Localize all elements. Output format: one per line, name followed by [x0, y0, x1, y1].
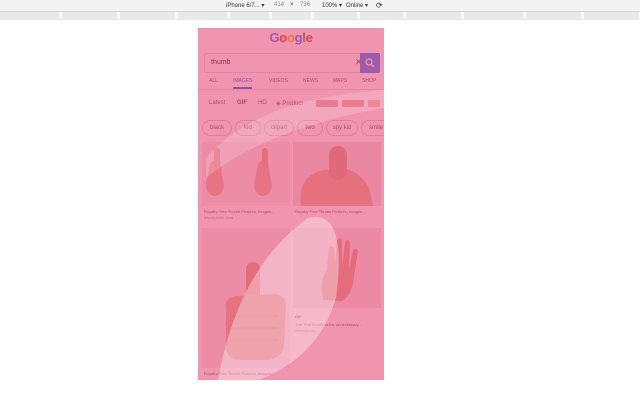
tab-shopping[interactable]: SHOP [362, 78, 376, 84]
ruler-segment[interactable] [0, 12, 60, 20]
ruler-segment[interactable] [360, 12, 404, 20]
logo-letter: o [286, 30, 295, 45]
google-logo[interactable]: Google [198, 30, 384, 45]
thumb-closeup-image [293, 142, 381, 206]
ruler-segment[interactable] [584, 12, 640, 20]
chip[interactable]: two [297, 120, 323, 136]
result-caption[interactable]: Royalty Free Thumb Pictures, Images... [204, 209, 290, 214]
filter-hd[interactable]: HD [258, 100, 267, 106]
result-caption[interactable]: Royalty Free Thumb Pictures, Images... [204, 371, 290, 376]
logo-letter: o [279, 30, 287, 45]
device-name: iPhone 6/7... [226, 3, 260, 9]
filter-latest[interactable]: Latest [209, 100, 225, 106]
ruler-segment[interactable] [120, 12, 176, 20]
ruler-segment[interactable] [464, 12, 524, 20]
width-field[interactable]: 414 [274, 2, 284, 8]
tab-maps[interactable]: MAPS [333, 78, 347, 84]
search-button[interactable] [360, 53, 380, 73]
network-value: Online [346, 3, 364, 9]
result-image[interactable] [202, 228, 290, 368]
chevron-down-icon: ▾ [339, 3, 343, 9]
search-icon [365, 58, 375, 68]
thumbs-up-hand-image [202, 228, 290, 368]
zoom-value: 100% [322, 3, 338, 9]
color-swatch[interactable] [342, 100, 364, 107]
tag-icon: ◈ [276, 101, 281, 107]
chip[interactable]: kid [235, 120, 261, 136]
result-source: lifehack.org [295, 328, 316, 333]
chip[interactable]: black [202, 120, 232, 136]
result-caption[interactable]: The 'Rhd thumb' is the unnecessary... [295, 322, 381, 327]
related-chips: black kid clipart two spy kid smile [198, 120, 384, 136]
thumbs-down-hands-image [202, 142, 290, 206]
media-query-ruler [0, 12, 640, 20]
ruler-segment[interactable] [526, 12, 582, 20]
device-select[interactable]: iPhone 6/7... ▾ [226, 2, 264, 9]
tab-news[interactable]: NEWS [303, 78, 318, 84]
device-viewport: Google thumb ✕ ALL IMAGES VIDEOS NEWS MA… [198, 28, 384, 380]
filter-gif[interactable]: GIF [237, 100, 247, 106]
result-image[interactable] [293, 142, 381, 206]
search-box[interactable]: thumb ✕ [204, 53, 380, 73]
chip[interactable]: spy kid [326, 120, 358, 136]
ruler-segment[interactable] [230, 12, 270, 20]
result-image[interactable] [293, 228, 381, 308]
zoom-select[interactable]: 100% ▾ [322, 2, 342, 9]
result-caption[interactable]: Royalty Free Thumb Pictures, Images... [295, 209, 381, 214]
ruler-segment[interactable] [178, 12, 228, 20]
ruler-segment[interactable] [272, 12, 312, 20]
chevron-down-icon: ▾ [365, 3, 369, 9]
chip[interactable]: clipart [264, 120, 294, 136]
search-input[interactable]: thumb [211, 59, 230, 66]
result-image[interactable] [202, 142, 290, 206]
chevron-down-icon: ▾ [261, 3, 265, 9]
chip[interactable]: smile [361, 120, 384, 136]
result-source: istockphoto.com [204, 215, 233, 220]
logo-letter: G [269, 30, 280, 45]
tab-videos[interactable]: VIDEOS [269, 78, 288, 84]
network-select[interactable]: Online ▾ [346, 2, 368, 9]
filter-product-label: Product [282, 101, 303, 107]
height-field[interactable]: 736 [300, 2, 310, 8]
filter-product[interactable]: ◈ Product [276, 100, 303, 107]
open-hand-image [293, 228, 381, 308]
tab-images[interactable]: IMAGES [233, 78, 253, 89]
ruler-segment[interactable] [62, 12, 118, 20]
search-tabs: ALL IMAGES VIDEOS NEWS MAPS SHOP [198, 76, 384, 90]
color-swatch[interactable] [368, 100, 380, 107]
color-swatch[interactable] [316, 100, 338, 107]
devtools-toolbar: iPhone 6/7... ▾ 414 × 736 100% ▾ Online … [0, 0, 640, 12]
filter-bar: Latest GIF HD ◈ Product [198, 96, 384, 110]
gif-badge: GIF [295, 314, 302, 319]
times-icon: × [290, 2, 294, 8]
rotate-icon[interactable]: ⟳ [376, 1, 383, 10]
tab-all[interactable]: ALL [209, 78, 218, 84]
ruler-segment[interactable] [314, 12, 358, 20]
ruler-segment[interactable] [406, 12, 462, 20]
logo-letter: e [305, 30, 313, 45]
